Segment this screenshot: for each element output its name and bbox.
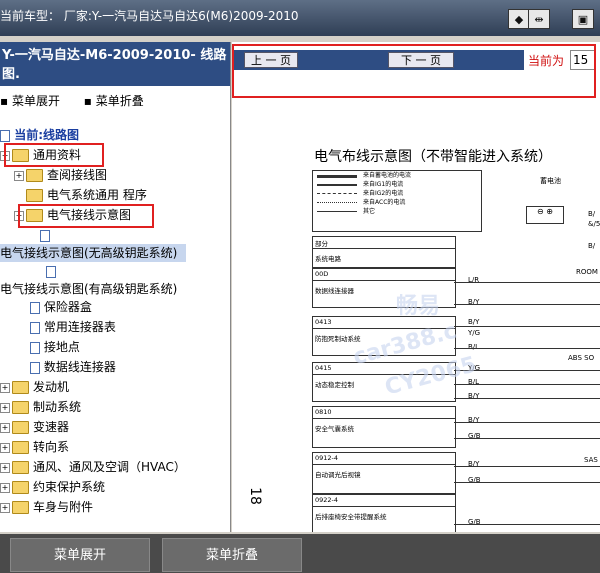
doc-icon [46, 265, 56, 278]
expand-icon: + [0, 382, 10, 393]
collapse-link[interactable]: ▪ 菜单折叠 [84, 94, 154, 108]
expand-icon: + [0, 502, 10, 513]
legend: 来自蓄电池的电流 来自IG1的电流 来自IG2的电流 来自ACC的电流 其它 [312, 170, 482, 232]
doc-icon [30, 341, 40, 354]
battery-label: 蓄电池 [540, 177, 561, 185]
menu-collapse-button[interactable]: 菜单折叠 [162, 538, 302, 572]
highlight-nav [232, 44, 596, 98]
folder-icon [26, 189, 43, 202]
expand-icon: + [0, 482, 10, 493]
title-bar: 当前车型： 厂家:Y-一汽马自达马自达6(M6)2009-2010 ◆ ⇹ ▣ [0, 0, 600, 36]
tree-item-body[interactable]: + 车身与附件 [0, 498, 93, 516]
legend-item: 来自IG1的电流 [313, 180, 481, 189]
tree-item-restraint[interactable]: + 约束保护系统 [0, 478, 105, 496]
legend-item: 来自ACC的电流 [313, 198, 481, 207]
folder-icon [26, 169, 43, 182]
doc-icon [30, 361, 40, 374]
batt-wire-label: B/ [588, 210, 596, 218]
vehicle-title: 当前车型： 厂家:Y-一汽马自达马自达6(M6)2009-2010 [0, 9, 299, 23]
tree-leaf-doc[interactable] [40, 226, 50, 244]
wire-line [454, 304, 600, 305]
expand-icon: + [0, 402, 10, 413]
wire-label: B/L [468, 343, 480, 351]
section-header: 部分 系统电路 [312, 236, 456, 268]
wire-line [454, 482, 600, 483]
wire-line [454, 398, 600, 399]
right-label: ABS SO [568, 354, 595, 362]
wire-line [454, 384, 600, 385]
wire-line [454, 282, 600, 283]
right-label: SAS [584, 456, 598, 464]
expand-icon: + [14, 170, 24, 181]
diagram-pane: 上 一 页 下 一 页 当前为 15 电气布线示意图（不带智能进入系统） 来自蓄… [232, 42, 600, 532]
folder-icon [12, 441, 29, 454]
expand-link[interactable]: ▪ 菜单展开 [0, 94, 70, 108]
tree-pane: Y-一汽马自达-M6-2009-2010- 线路图. ▪ 菜单展开 ▪ 菜单折叠… [0, 42, 231, 532]
folder-icon [12, 401, 29, 414]
highlight-general [4, 143, 104, 167]
wire-label: Y/G [468, 329, 481, 337]
system-box: 0912-4 自动调光后视镜 [312, 452, 456, 494]
tree-item-fusebox[interactable]: 保险器盒 [30, 298, 92, 316]
system-box: 0922-4 后排座椅安全带提醒系统 [312, 494, 456, 532]
menu-ops: ▪ 菜单展开 ▪ 菜单折叠 [0, 92, 164, 109]
wire-label: B/Y [468, 318, 480, 326]
wire-line [454, 466, 600, 467]
tree-item-engine[interactable]: + 发动机 [0, 378, 69, 396]
wire-line [454, 438, 600, 439]
legend-item: 来自IG2的电流 [313, 189, 481, 198]
battery-icon: ⊖ ⊕ [526, 206, 564, 224]
folder-icon [12, 461, 29, 474]
fit-icon[interactable]: ◆ [508, 9, 530, 29]
doc-icon [0, 129, 10, 142]
nav-bar: 上 一 页 下 一 页 当前为 15 [232, 42, 600, 98]
diagram-title: 电气布线示意图（不带智能进入系统） [314, 149, 552, 165]
doc-icon [30, 301, 40, 314]
tree-item-program[interactable]: 电气系统通用 程序 [14, 186, 147, 204]
doc-icon [30, 321, 40, 334]
tree-item-steering[interactable]: + 转向系 [0, 438, 69, 456]
wire-line [454, 348, 600, 349]
expand-width-icon[interactable]: ⇹ [528, 9, 550, 29]
batt-wire-label: &/5 [588, 220, 600, 228]
tree-item-connectors[interactable]: 常用连接器表 [30, 318, 116, 336]
expand-icon: + [0, 422, 10, 433]
menu-expand-button[interactable]: 菜单展开 [10, 538, 150, 572]
wire-line [454, 326, 600, 327]
tree-item-smart[interactable]: 电气接线示意图(有高级钥匙系统) [0, 280, 177, 298]
tree-item-transmission[interactable]: + 变速器 [0, 418, 69, 436]
legend-item: 其它 [313, 207, 481, 216]
tree-root[interactable]: 当前:线路图 [0, 126, 79, 144]
folder-icon [12, 421, 29, 434]
tree-item-hvac[interactable]: + 通风、通风及空调（HVAC） [0, 458, 186, 476]
system-box: 0810 安全气囊系统 [312, 406, 456, 448]
tree-item-brake[interactable]: + 制动系统 [0, 398, 81, 416]
legend-item: 来自蓄电池的电流 [313, 171, 481, 180]
tree-leaf-doc[interactable] [46, 262, 56, 280]
tree-item-ground[interactable]: 接地点 [30, 338, 80, 356]
batt-wire-label: B/ [588, 242, 596, 250]
tree-item-read[interactable]: + 查阅接线图 [14, 166, 107, 184]
page-number: 18 [246, 487, 263, 505]
tree-title: Y-一汽马自达-M6-2009-2010- 线路图. [0, 42, 230, 86]
bottom-bar: 菜单展开 菜单折叠 [0, 534, 600, 573]
right-label: ROOM [576, 268, 598, 276]
folder-icon [12, 381, 29, 394]
expand-icon: + [0, 462, 10, 473]
tree-item-no-smart[interactable]: 电气接线示意图(无高级钥匙系统) [0, 244, 186, 262]
doc-icon [40, 229, 50, 242]
tree-item-dlc[interactable]: 数据线连接器 [30, 358, 116, 376]
watermark: 畅易 [396, 294, 441, 319]
view-icon[interactable]: ▣ [572, 9, 594, 29]
expand-icon: + [0, 442, 10, 453]
highlight-schematic [18, 204, 154, 228]
wire-line [454, 422, 600, 423]
folder-icon [12, 481, 29, 494]
folder-icon [12, 501, 29, 514]
wire-line [454, 524, 600, 525]
